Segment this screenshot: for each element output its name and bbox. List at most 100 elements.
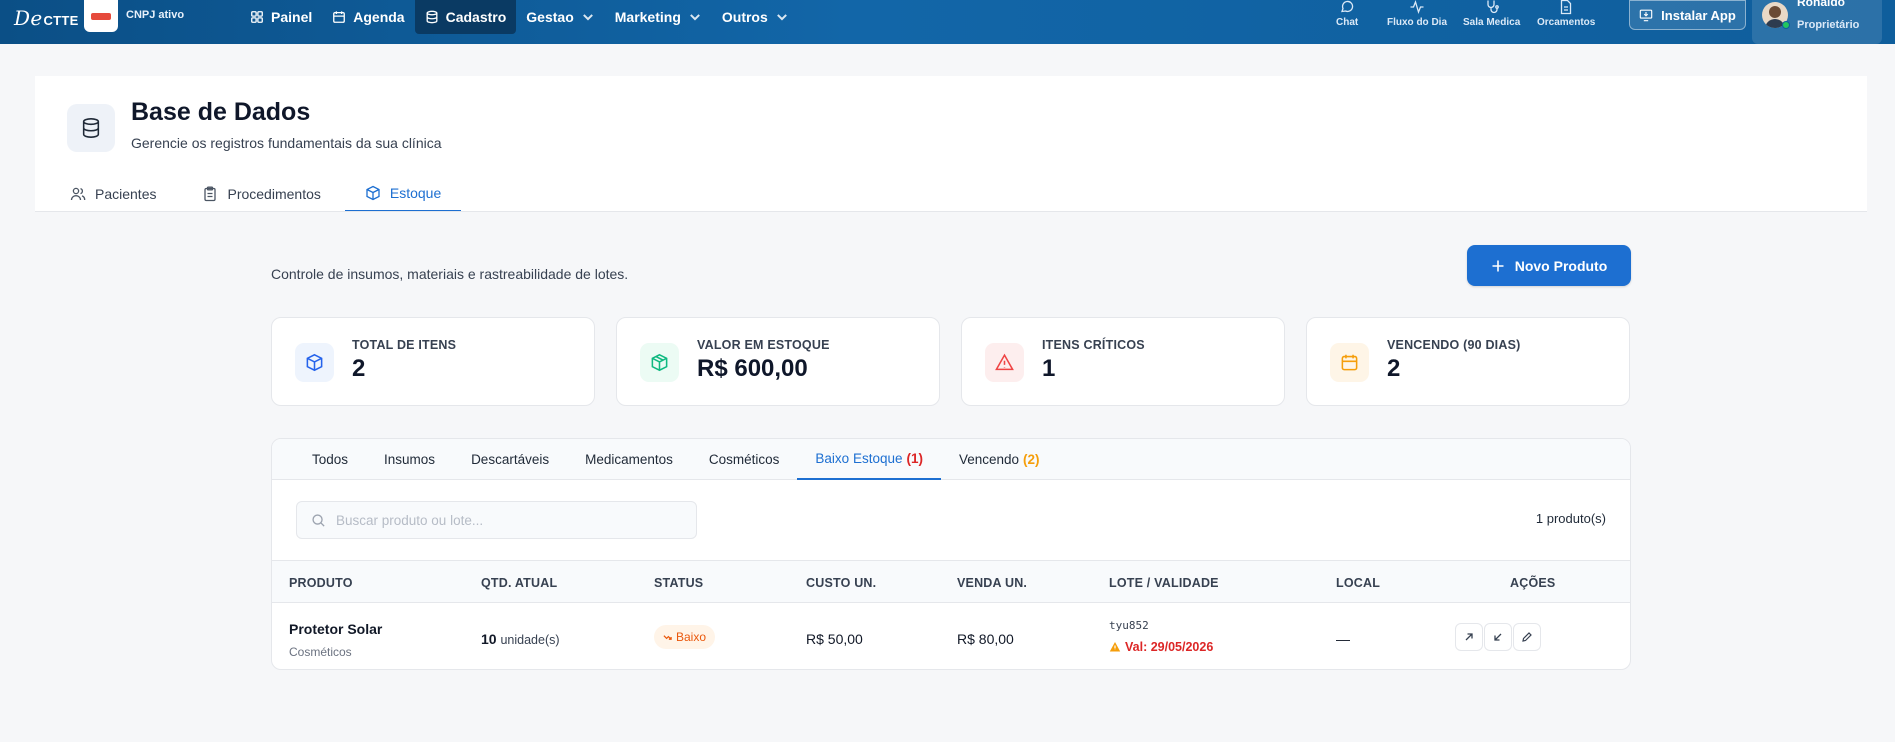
filter-tab-label: Baixo Estoque bbox=[815, 451, 903, 466]
filter-tab-vencendo[interactable]: Vencendo (2) bbox=[941, 439, 1058, 480]
arrow-down-left-icon bbox=[1494, 633, 1502, 641]
filter-tab-label: Cosméticos bbox=[708, 452, 780, 467]
product-name: Protetor Solar bbox=[289, 621, 383, 637]
nav-cadastro[interactable]: Cadastro bbox=[414, 0, 517, 34]
user-role: Proprietário bbox=[1797, 19, 1860, 31]
quick-fluxo-do-dia[interactable]: Fluxo do Dia bbox=[1387, 0, 1447, 28]
filter-tab-todos[interactable]: Todos bbox=[294, 439, 366, 480]
stat-value: 1 bbox=[1042, 355, 1056, 382]
quick-label: Orcamentos bbox=[1537, 17, 1596, 28]
trend-down-icon bbox=[663, 634, 672, 640]
quick-chat[interactable]: Chat bbox=[1336, 0, 1358, 28]
page-subtitle: Gerencie os registros fundamentais da su… bbox=[131, 135, 442, 151]
quick-label: Fluxo do Dia bbox=[1387, 17, 1447, 28]
nav-label: Cadastro bbox=[445, 9, 507, 25]
search-input[interactable] bbox=[336, 512, 676, 528]
calendar-icon bbox=[1341, 354, 1358, 371]
tab-label: Procedimentos bbox=[227, 186, 321, 202]
warning-icon bbox=[1109, 642, 1121, 652]
filter-tab-label: Medicamentos bbox=[585, 452, 673, 467]
tab-label: Estoque bbox=[389, 185, 442, 201]
column-header: LOTE / VALIDADE bbox=[1109, 576, 1219, 590]
activity-icon bbox=[1410, 0, 1424, 14]
new-product-button[interactable]: Novo Produto bbox=[1467, 245, 1631, 286]
nav-label: Marketing bbox=[614, 9, 681, 25]
pencil-icon bbox=[1522, 632, 1532, 642]
filter-tab-count: (2) bbox=[1023, 452, 1040, 467]
product-qty: 10 unidade(s) bbox=[481, 631, 560, 647]
filter-tab-cosmeticos[interactable]: Cosméticos bbox=[691, 439, 798, 480]
box-icon bbox=[306, 353, 323, 372]
stat-label: ITENS CRÍTICOS bbox=[1042, 338, 1145, 352]
main-nav: Painel Agenda Cadastro Gestao Marketing … bbox=[240, 0, 799, 34]
clinic-logo[interactable] bbox=[84, 0, 118, 32]
stat-value: 2 bbox=[352, 355, 366, 382]
filter-tab-count: (1) bbox=[906, 451, 923, 466]
location: — bbox=[1336, 631, 1350, 647]
product-count: 1 produto(s) bbox=[1535, 511, 1606, 526]
quick-label: Sala Medica bbox=[1463, 17, 1521, 28]
filter-tab-label: Vencendo bbox=[958, 452, 1020, 467]
filter-tab-label: Todos bbox=[312, 452, 349, 467]
chevron-down-icon bbox=[582, 14, 593, 21]
stat-total-itens: TOTAL DE ITENS 2 bbox=[271, 317, 595, 406]
nav-painel[interactable]: Painel bbox=[240, 0, 322, 34]
nav-label: Agenda bbox=[353, 9, 405, 25]
nav-marketing[interactable]: Marketing bbox=[605, 0, 712, 34]
qty-value: 10 bbox=[481, 631, 497, 647]
chevron-down-icon bbox=[689, 14, 700, 21]
chat-icon bbox=[1341, 0, 1354, 13]
status-badge: Baixo bbox=[654, 625, 716, 649]
stat-icon-box bbox=[1330, 343, 1369, 382]
tab-estoque[interactable]: Estoque bbox=[344, 176, 462, 212]
column-header: CUSTO UN. bbox=[806, 576, 877, 590]
tab-pacientes[interactable]: Pacientes bbox=[50, 176, 176, 212]
nav-agenda[interactable]: Agenda bbox=[322, 0, 414, 34]
logo-script: De bbox=[14, 6, 43, 30]
user-menu[interactable]: Ronaldo Proprietário bbox=[1752, 0, 1882, 44]
chevron-down-icon bbox=[776, 14, 787, 21]
quick-sala-medica[interactable]: Sala Medica bbox=[1463, 0, 1520, 28]
cnpj-status: CNPJ ativo bbox=[126, 9, 185, 21]
table-header: PRODUTO QTD. ATUAL STATUS CUSTO UN. VEND… bbox=[272, 560, 1630, 603]
inventory-table-card: Todos Insumos Descartáveis Medicamentos … bbox=[271, 438, 1631, 670]
nav-label: Outros bbox=[721, 9, 768, 25]
database-icon-box bbox=[67, 104, 115, 152]
quick-orcamentos[interactable]: Orcamentos bbox=[1537, 0, 1595, 28]
filter-tab-baixo-estoque[interactable]: Baixo Estoque (1) bbox=[797, 439, 941, 480]
header-divider bbox=[35, 211, 1867, 212]
stat-icon-box bbox=[985, 343, 1024, 382]
app-logo[interactable]: De CTTE bbox=[14, 6, 79, 30]
unit-sale-price: R$ 80,00 bbox=[957, 631, 1014, 647]
top-navbar: De CTTE CNPJ ativo Painel Agenda Cadastr… bbox=[0, 0, 1895, 44]
filter-tab-label: Insumos bbox=[384, 452, 436, 467]
stat-value: 2 bbox=[1387, 355, 1401, 382]
stock-entry-button[interactable] bbox=[1455, 623, 1483, 651]
install-app-button[interactable]: Instalar App bbox=[1629, 0, 1746, 30]
arrow-up-right-icon bbox=[1465, 633, 1473, 641]
monitor-download-icon bbox=[1639, 9, 1653, 22]
nav-gestao[interactable]: Gestao bbox=[516, 0, 604, 34]
nav-outros[interactable]: Outros bbox=[712, 0, 799, 34]
filter-tab-medicamentos[interactable]: Medicamentos bbox=[567, 439, 691, 480]
status-label: Baixo bbox=[676, 630, 707, 644]
install-app-label: Instalar App bbox=[1661, 7, 1736, 23]
edit-button[interactable] bbox=[1513, 623, 1541, 651]
stock-exit-button[interactable] bbox=[1484, 623, 1512, 651]
filter-tab-insumos[interactable]: Insumos bbox=[366, 439, 453, 480]
stethoscope-icon bbox=[1486, 0, 1499, 14]
user-name: Ronaldo bbox=[1797, 0, 1845, 9]
logo-text: CTTE bbox=[43, 13, 79, 28]
alert-triangle-icon bbox=[995, 353, 1014, 371]
tab-procedimentos[interactable]: Procedimentos bbox=[182, 176, 340, 212]
column-header: STATUS bbox=[654, 576, 704, 590]
table-row[interactable]: Protetor Solar Cosméticos 10 unidade(s) … bbox=[272, 603, 1630, 669]
tab-label: Pacientes bbox=[95, 186, 157, 202]
product-category: Cosméticos bbox=[289, 645, 352, 659]
filter-tabs: Todos Insumos Descartáveis Medicamentos … bbox=[272, 439, 1630, 480]
stat-label: VENCENDO (90 DIAS) bbox=[1387, 338, 1521, 352]
filter-tab-descartaveis[interactable]: Descartáveis bbox=[453, 439, 567, 480]
search-icon bbox=[312, 513, 325, 527]
filter-tab-label: Descartáveis bbox=[471, 452, 550, 467]
quick-label: Chat bbox=[1336, 17, 1359, 28]
